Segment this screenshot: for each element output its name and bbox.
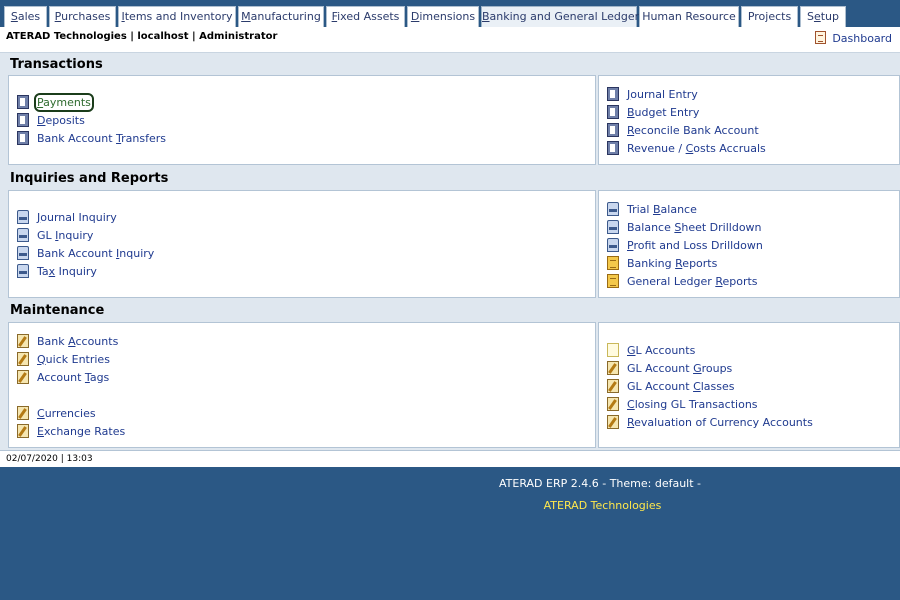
link-gl-inquiry[interactable]: GL Inquiry [17, 227, 93, 243]
document-icon [607, 141, 619, 155]
edit-icon [17, 334, 29, 348]
edit-icon [607, 415, 619, 429]
tab-setup[interactable]: Setup [800, 6, 846, 27]
link-quick-entries[interactable]: Quick Entries [17, 351, 110, 367]
app-version: ATERAD ERP 2.4.6 - Theme: default - [498, 477, 702, 490]
document-icon [607, 123, 619, 137]
link-closing-gl-transactions[interactable]: Closing GL Transactions [607, 396, 758, 412]
link-journal-inquiry[interactable]: Journal Inquiry [17, 209, 117, 225]
edit-icon [607, 379, 619, 393]
tab-fixed-assets[interactable]: Fixed Assets [326, 6, 405, 27]
printer-icon [607, 202, 619, 216]
inquiries-left-box: Journal Inquiry GL Inquiry Bank Account … [8, 190, 596, 298]
inquiries-right-box: Trial Balance Balance Sheet Drilldown Pr… [598, 190, 900, 298]
transactions-left-box: Payments Deposits Bank Account Transfers [8, 75, 596, 165]
company-info: ATERAD Technologies | localhost | Admini… [6, 31, 278, 42]
edit-icon [17, 406, 29, 420]
document-icon [17, 131, 29, 145]
link-account-tags[interactable]: Account Tags [17, 369, 109, 385]
maintenance-left-box: Bank Accounts Quick Entries Account Tags… [8, 322, 596, 448]
report-icon [607, 256, 619, 270]
module-tab-bar: Sales Purchases Items and Inventory Manu… [0, 0, 900, 28]
document-icon [607, 87, 619, 101]
tab-sales[interactable]: Sales [4, 6, 47, 27]
document-icon [17, 113, 29, 127]
section-title-maintenance: Maintenance [10, 303, 105, 318]
footer-company: ATERAD Technologies [543, 499, 662, 512]
main-panel: ATERAD Technologies | localhost | Admini… [0, 27, 900, 467]
edit-icon [17, 352, 29, 366]
link-trial-balance[interactable]: Trial Balance [607, 201, 697, 217]
link-banking-reports[interactable]: Banking Reports [607, 255, 717, 271]
section-title-inquiries-and-reports: Inquiries and Reports [10, 171, 169, 186]
edit-icon [607, 361, 619, 375]
tab-items-and-inventory[interactable]: Items and Inventory [118, 6, 236, 27]
link-budget-entry[interactable]: Budget Entry [607, 104, 699, 120]
maintenance-right-box: GL Accounts GL Account Groups GL Account… [598, 322, 900, 448]
link-balance-sheet-drilldown[interactable]: Balance Sheet Drilldown [607, 219, 762, 235]
tab-dimensions[interactable]: Dimensions [407, 6, 479, 27]
link-gl-account-groups[interactable]: GL Account Groups [607, 360, 732, 376]
dashboard-link[interactable]: Dashboard [815, 31, 892, 45]
printer-icon [607, 238, 619, 252]
link-general-ledger-reports[interactable]: General Ledger Reports [607, 273, 758, 289]
link-revaluation-of-currency-accounts[interactable]: Revaluation of Currency Accounts [607, 414, 813, 430]
tab-human-resource[interactable]: Human Resource [639, 6, 739, 27]
transactions-right-box: Journal Entry Budget Entry Reconcile Ban… [598, 75, 900, 165]
tab-banking-and-general-ledger[interactable]: Banking and General Ledger [481, 6, 639, 28]
link-bank-account-transfers[interactable]: Bank Account Transfers [17, 130, 166, 146]
printer-icon [17, 246, 29, 260]
printer-icon [607, 220, 619, 234]
link-deposits[interactable]: Deposits [17, 112, 85, 128]
link-bank-accounts[interactable]: Bank Accounts [17, 333, 118, 349]
printer-icon [17, 210, 29, 224]
section-title-transactions: Transactions [10, 57, 103, 72]
edit-icon [17, 424, 29, 438]
dashboard-icon [815, 31, 827, 44]
link-bank-account-inquiry[interactable]: Bank Account Inquiry [17, 245, 154, 261]
link-revenue-costs-accruals[interactable]: Revenue / Costs Accruals [607, 140, 766, 156]
document-icon [607, 105, 619, 119]
link-exchange-rates[interactable]: Exchange Rates [17, 423, 125, 439]
edit-icon [17, 370, 29, 384]
link-reconcile-bank-account[interactable]: Reconcile Bank Account [607, 122, 759, 138]
edit-icon [607, 397, 619, 411]
date-time-status: 02/07/2020 | 13:03 [0, 450, 900, 467]
header-bar: ATERAD Technologies | localhost | Admini… [0, 27, 900, 53]
link-tax-inquiry[interactable]: Tax Inquiry [17, 263, 97, 279]
printer-icon [17, 264, 29, 278]
tab-purchases[interactable]: Purchases [49, 6, 116, 27]
printer-icon [17, 228, 29, 242]
report-icon [607, 274, 619, 288]
tab-projects[interactable]: Projects [741, 6, 798, 27]
link-gl-accounts[interactable]: GL Accounts [607, 342, 695, 358]
document-icon [17, 95, 29, 109]
blank-page-icon [607, 343, 619, 357]
link-currencies[interactable]: Currencies [17, 405, 96, 421]
link-journal-entry[interactable]: Journal Entry [607, 86, 698, 102]
link-gl-account-classes[interactable]: GL Account Classes [607, 378, 735, 394]
tab-manufacturing[interactable]: Manufacturing [238, 6, 324, 27]
link-payments[interactable]: Payments [17, 92, 94, 112]
link-profit-and-loss-drilldown[interactable]: Profit and Loss Drilldown [607, 237, 763, 253]
